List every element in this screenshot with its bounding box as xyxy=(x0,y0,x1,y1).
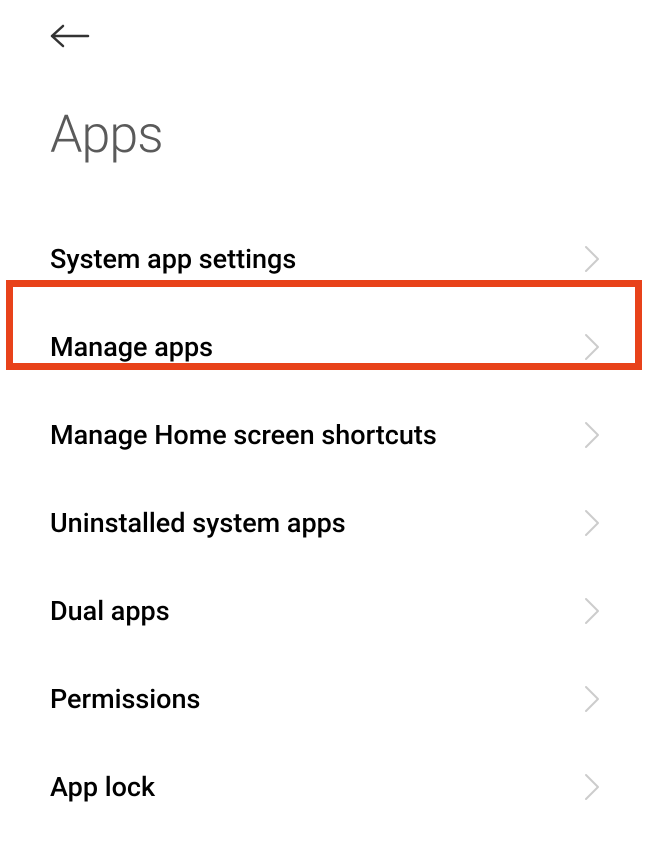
chevron-right-icon xyxy=(584,685,600,713)
chevron-right-icon xyxy=(584,333,600,361)
list-item-label: Manage apps xyxy=(50,331,213,363)
chevron-right-icon xyxy=(584,245,600,273)
settings-list: System app settings Manage apps Manage H… xyxy=(0,215,650,831)
chevron-right-icon xyxy=(584,421,600,449)
back-button[interactable] xyxy=(50,20,90,56)
list-item-manage-home-screen-shortcuts[interactable]: Manage Home screen shortcuts xyxy=(0,391,650,479)
page-title: Apps xyxy=(50,104,600,165)
list-item-system-app-settings[interactable]: System app settings xyxy=(0,215,650,303)
list-item-label: System app settings xyxy=(50,243,296,275)
list-item-app-lock[interactable]: App lock xyxy=(0,743,650,831)
list-item-label: Manage Home screen shortcuts xyxy=(50,419,437,451)
list-item-permissions[interactable]: Permissions xyxy=(0,655,650,743)
list-item-label: Permissions xyxy=(50,683,200,715)
list-item-uninstalled-system-apps[interactable]: Uninstalled system apps xyxy=(0,479,650,567)
chevron-right-icon xyxy=(584,773,600,801)
arrow-left-icon xyxy=(50,24,90,48)
chevron-right-icon xyxy=(584,509,600,537)
list-item-dual-apps[interactable]: Dual apps xyxy=(0,567,650,655)
list-item-manage-apps[interactable]: Manage apps xyxy=(0,303,650,391)
list-item-label: Dual apps xyxy=(50,595,170,627)
list-item-label: Uninstalled system apps xyxy=(50,507,346,539)
header: Apps xyxy=(0,0,650,165)
chevron-right-icon xyxy=(584,597,600,625)
list-item-label: App lock xyxy=(50,771,155,803)
